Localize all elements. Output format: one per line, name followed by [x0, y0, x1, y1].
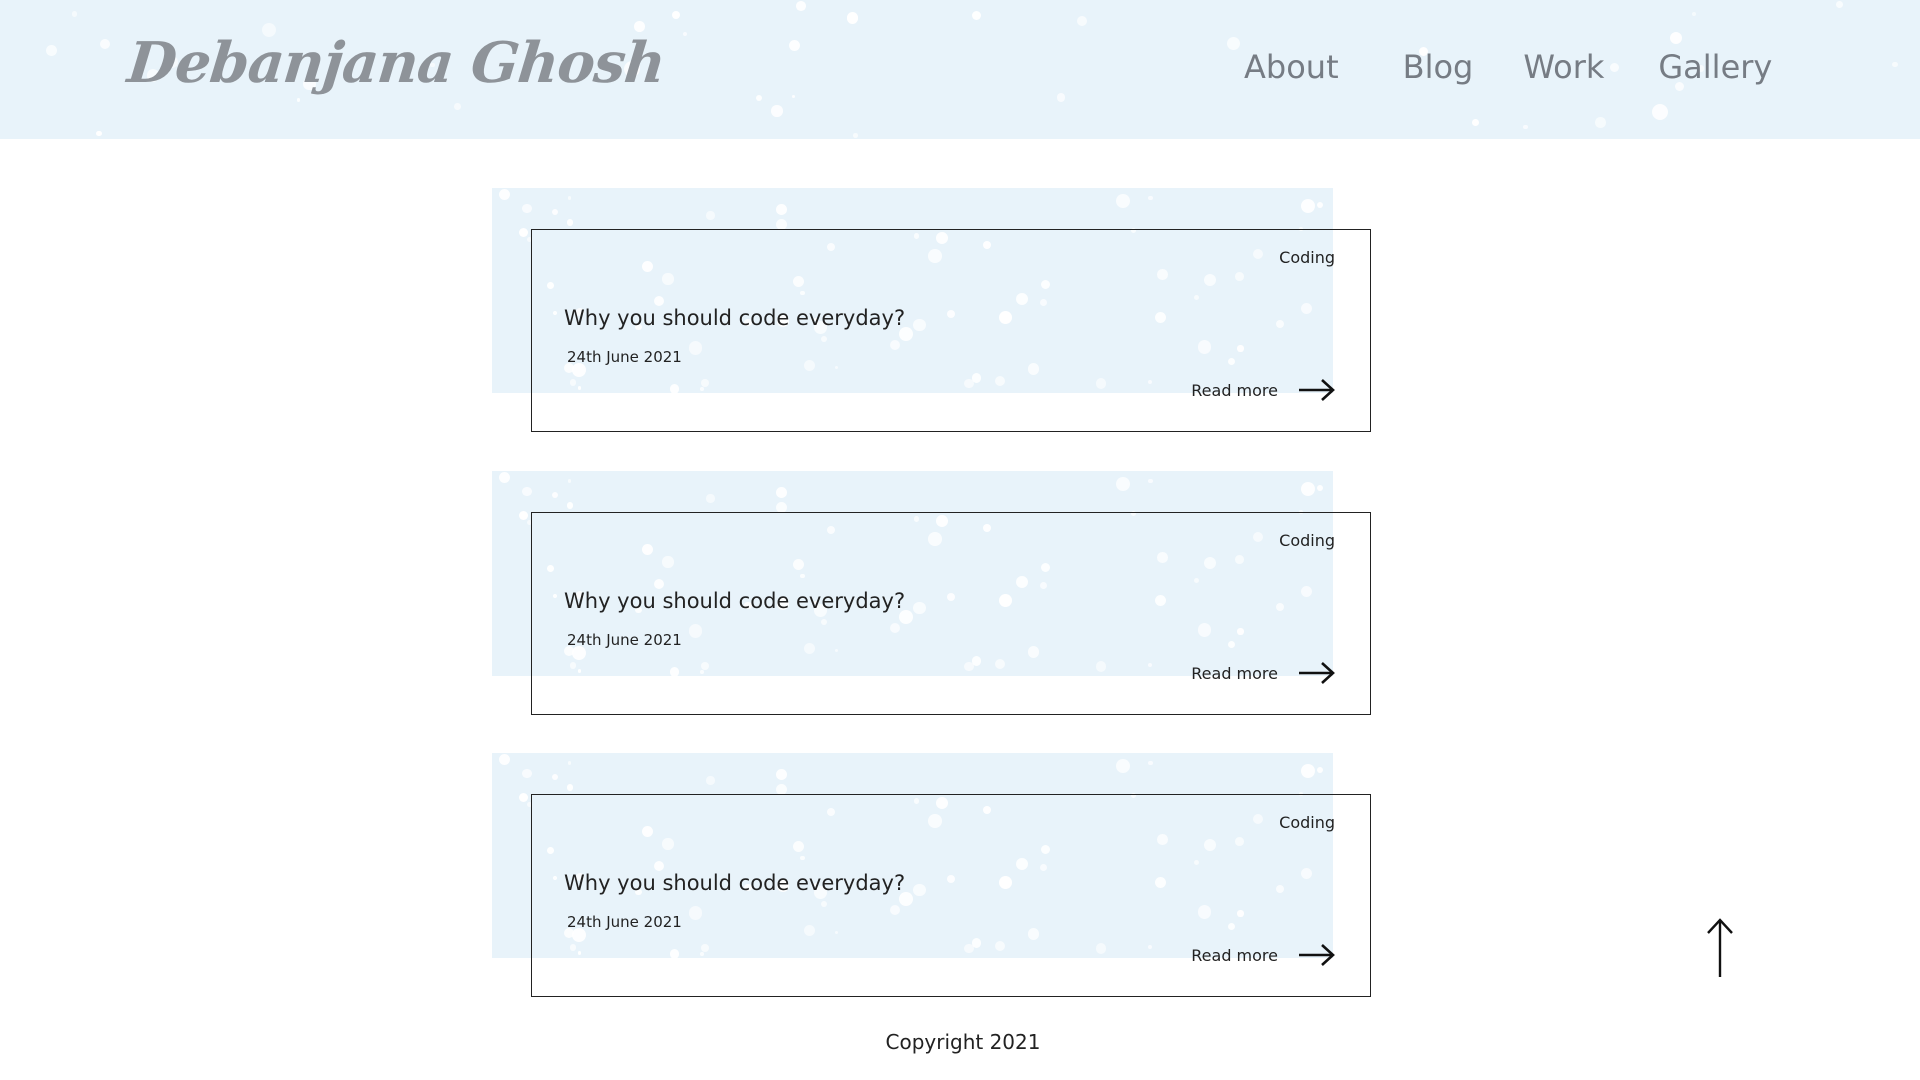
nav-blog[interactable]: Blog [1403, 48, 1474, 86]
snow-dot [568, 761, 572, 765]
blog-post-card: Coding Why you should code everyday? 24t… [492, 471, 1372, 717]
snow-dot [706, 776, 715, 785]
snow-dot [99, 38, 110, 49]
snow-dot [551, 491, 559, 499]
snow-dot [1227, 37, 1241, 51]
snow-dot [1076, 16, 1087, 26]
snow-dot [498, 754, 511, 766]
snow-dot [755, 95, 762, 102]
read-more-label: Read more [1191, 945, 1278, 965]
main-nav: About Blog Work Gallery [1244, 48, 1772, 86]
snow-dot [522, 203, 532, 214]
snow-dot [775, 501, 787, 513]
snow-dot [1892, 61, 1898, 68]
snow-dot [846, 12, 859, 24]
snow-dot [551, 208, 559, 216]
snow-dot [96, 130, 102, 136]
post-date: 24th June 2021 [567, 913, 682, 931]
post-category: Coding [1279, 531, 1335, 550]
nav-about[interactable]: About [1244, 48, 1339, 86]
snow-dot [522, 486, 532, 497]
snow-dot [1836, 0, 1844, 8]
snow-dot [568, 196, 572, 200]
snow-dot [1316, 766, 1324, 773]
snow-dot [519, 510, 529, 520]
snow-dot [706, 211, 715, 220]
snow-dot [852, 132, 858, 138]
snow-dot [551, 773, 559, 781]
snow-dot [454, 103, 462, 110]
back-to-top-arrow-up-icon[interactable] [1703, 917, 1737, 979]
snow-dot [706, 494, 715, 503]
snow-dot [1116, 194, 1131, 209]
snow-dot [519, 792, 529, 802]
snow-dot [1300, 199, 1315, 214]
snow-dot [46, 44, 57, 56]
snow-dot [567, 219, 574, 226]
snow-dot [519, 227, 529, 237]
snow-dot [567, 502, 574, 509]
snow-dot [791, 94, 796, 99]
arrow-right-icon [1299, 662, 1335, 684]
site-header: Debanjana Ghosh About Blog Work Gallery [0, 0, 1920, 139]
nav-gallery[interactable]: Gallery [1658, 48, 1772, 86]
snow-dot [498, 472, 511, 484]
snow-dot [71, 11, 78, 17]
snow-dot [1669, 31, 1682, 45]
snow-dot [672, 11, 681, 19]
post-title[interactable]: Why you should code everyday? [564, 871, 905, 895]
snow-dot [1522, 124, 1528, 130]
read-more-label: Read more [1191, 380, 1278, 400]
nav-work[interactable]: Work [1523, 48, 1604, 86]
card-frame: Coding Why you should code everyday? 24t… [531, 229, 1371, 432]
snow-dot [776, 487, 788, 499]
snow-dot [568, 479, 572, 483]
snow-dot [771, 105, 783, 117]
read-more-label: Read more [1191, 663, 1278, 683]
snow-dot [682, 32, 687, 36]
snow-dot [1300, 482, 1315, 497]
snow-dot [567, 784, 574, 791]
snow-dot [776, 769, 788, 781]
snow-dot [1056, 93, 1066, 103]
snow-dot [1116, 759, 1131, 774]
post-title[interactable]: Why you should code everyday? [564, 589, 905, 613]
snow-dot [1300, 764, 1315, 779]
arrow-right-icon [1299, 944, 1335, 966]
snow-dot [1148, 760, 1153, 766]
card-frame: Coding Why you should code everyday? 24t… [531, 794, 1371, 997]
post-title[interactable]: Why you should code everyday? [564, 306, 905, 330]
snow-dot [776, 204, 788, 216]
snow-dot [775, 218, 787, 230]
snow-dot [1316, 484, 1324, 491]
footer-copyright: Copyright 2021 [885, 1030, 1041, 1054]
post-date: 24th June 2021 [567, 348, 682, 366]
site-logo[interactable]: Debanjana Ghosh [125, 30, 668, 96]
snow-dot [972, 10, 982, 21]
blog-post-card: Coding Why you should code everyday? 24t… [492, 753, 1372, 999]
post-date: 24th June 2021 [567, 631, 682, 649]
snow-dot [1471, 119, 1479, 127]
snow-dot [796, 1, 806, 11]
snow-dot [1148, 195, 1153, 201]
card-frame: Coding Why you should code everyday? 24t… [531, 512, 1371, 715]
snow-dot [522, 768, 532, 779]
post-category: Coding [1279, 248, 1335, 267]
snow-dot [296, 98, 300, 102]
read-more-link[interactable]: Read more [1191, 378, 1336, 402]
snow-dot [1316, 201, 1324, 208]
read-more-link[interactable]: Read more [1191, 943, 1336, 967]
snow-dot [788, 39, 801, 51]
blog-post-card: Coding Why you should code everyday? 24t… [492, 188, 1372, 434]
snow-dot [498, 189, 511, 201]
snow-dot [1148, 478, 1153, 484]
snow-dot [1116, 477, 1131, 492]
snow-dot [1691, 11, 1696, 16]
snow-dot [775, 783, 787, 795]
snow-dot [1595, 117, 1606, 128]
snow-dot [1651, 103, 1668, 120]
arrow-right-icon [1299, 379, 1335, 401]
post-category: Coding [1279, 813, 1335, 832]
read-more-link[interactable]: Read more [1191, 661, 1336, 685]
